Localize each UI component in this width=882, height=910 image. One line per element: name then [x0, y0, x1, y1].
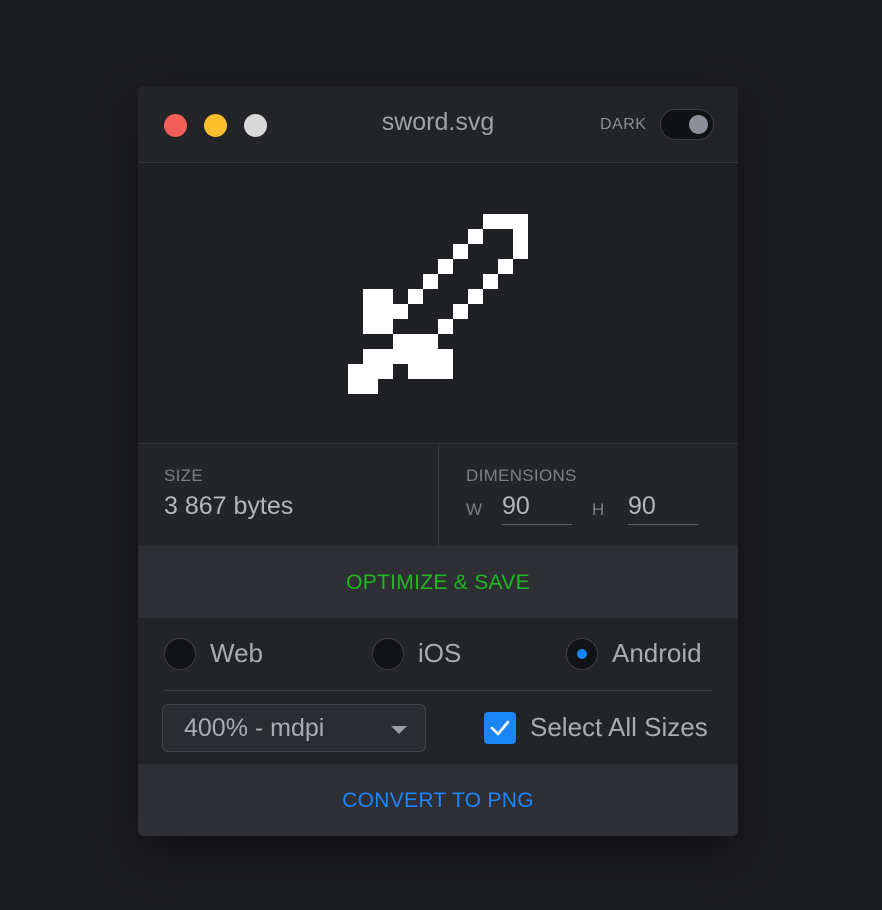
select-all-label[interactable]: Select All Sizes: [530, 712, 708, 743]
height-input[interactable]: [628, 489, 698, 525]
app-window: sword.svg DARK SIZE 3 867 bytes DIMENSIO…: [138, 86, 738, 836]
svg-preview: [138, 163, 738, 444]
info-divider: [438, 444, 439, 546]
dark-mode-label: DARK: [600, 116, 647, 133]
radio-ios-label[interactable]: iOS: [418, 638, 461, 669]
select-all-checkbox[interactable]: [484, 712, 516, 744]
radio-ios[interactable]: [372, 638, 404, 670]
sword-icon: [348, 214, 528, 394]
density-select-value: 400% - mdpi: [184, 714, 325, 742]
width-label: W: [466, 500, 483, 519]
height-label: H: [592, 500, 605, 519]
width-input[interactable]: [502, 489, 572, 525]
toggle-knob: [689, 115, 708, 134]
radio-selected-dot: [577, 649, 587, 659]
window-title: sword.svg: [381, 108, 495, 136]
optimize-save-button[interactable]: OPTIMIZE & SAVE: [138, 546, 738, 618]
platform-selector: Web iOS Android: [138, 618, 738, 694]
file-info-panel: SIZE 3 867 bytes DIMENSIONS W H: [138, 444, 738, 546]
radio-android-label[interactable]: Android: [612, 638, 702, 669]
radio-web-label[interactable]: Web: [210, 638, 263, 669]
chevron-down-icon: [391, 726, 407, 734]
dimensions-label: DIMENSIONS: [466, 466, 577, 485]
dark-mode-toggle[interactable]: [660, 109, 714, 140]
density-select[interactable]: 400% - mdpi: [162, 704, 426, 752]
checkmark-icon: [490, 720, 510, 736]
title-bar: sword.svg DARK: [138, 86, 738, 163]
radio-android[interactable]: [566, 638, 598, 670]
size-label: SIZE: [164, 466, 203, 485]
radio-web[interactable]: [164, 638, 196, 670]
convert-to-png-button[interactable]: CONVERT TO PNG: [138, 764, 738, 836]
size-value: 3 867 bytes: [164, 492, 294, 520]
options-divider: [164, 690, 712, 691]
